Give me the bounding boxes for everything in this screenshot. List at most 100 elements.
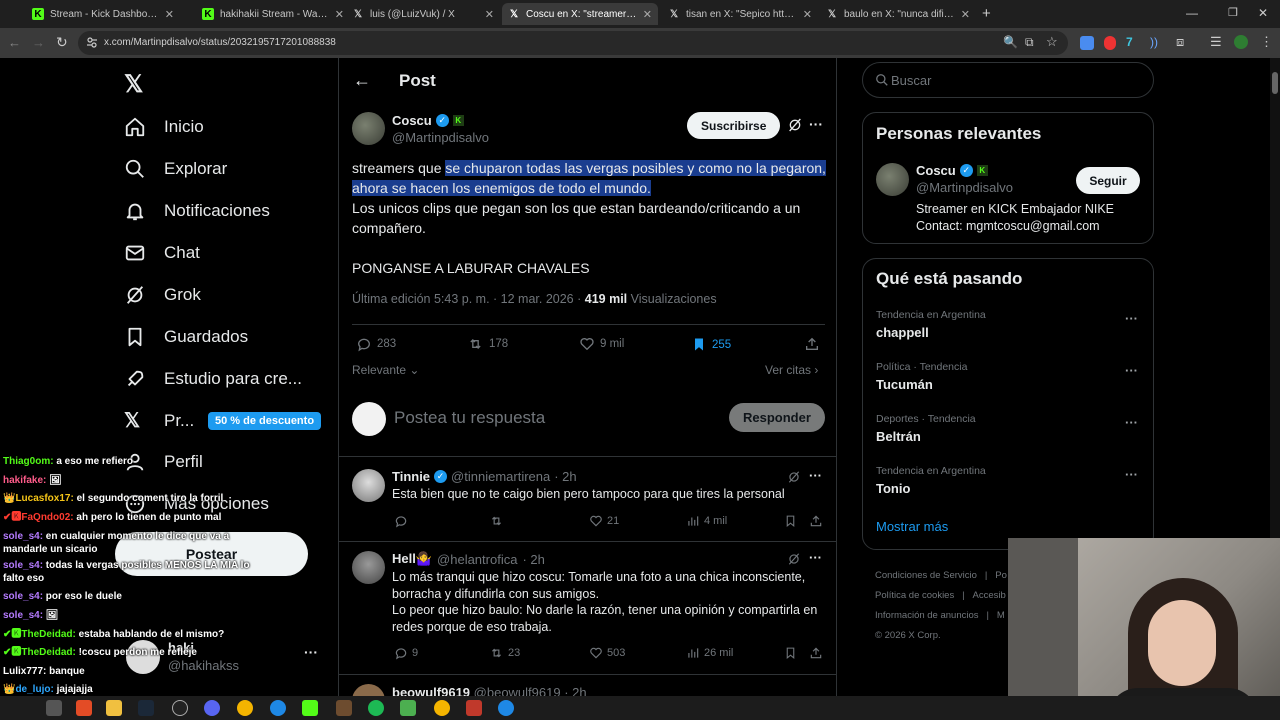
- discord-icon[interactable]: [204, 700, 220, 716]
- more-dots-icon[interactable]: ···: [1125, 363, 1138, 378]
- site-info-icon[interactable]: [86, 36, 98, 48]
- more-dots-icon[interactable]: ···: [809, 468, 822, 483]
- more-dots-icon[interactable]: ···: [809, 550, 822, 565]
- relevant-person-name[interactable]: Coscu ✓ K: [916, 163, 988, 178]
- more-dots-icon[interactable]: ···: [1125, 467, 1138, 482]
- cast-icon[interactable]: ⧉: [1025, 35, 1034, 50]
- app-icon[interactable]: [498, 700, 514, 716]
- avatar[interactable]: [352, 469, 385, 502]
- bookmark-icon[interactable]: [784, 514, 797, 528]
- taskbar-app-icon[interactable]: [46, 700, 62, 716]
- kick-icon[interactable]: [302, 700, 318, 716]
- grok-icon[interactable]: [787, 117, 803, 133]
- folder-icon[interactable]: [106, 700, 122, 716]
- nav-item-chat[interactable]: Chat: [124, 242, 200, 264]
- share-button[interactable]: [804, 336, 820, 352]
- more-dots-icon[interactable]: ···: [1125, 311, 1138, 326]
- more-dots-icon[interactable]: ···: [1125, 415, 1138, 430]
- grok-icon[interactable]: [787, 552, 801, 566]
- repost-button[interactable]: 23: [489, 646, 520, 660]
- trend-item[interactable]: Tendencia en Argentina Tonio ···: [863, 463, 1153, 507]
- nav-item-creator-studio[interactable]: Estudio para cre...: [124, 368, 302, 390]
- reply-submit-button[interactable]: Responder: [729, 403, 825, 432]
- subscribe-button[interactable]: Suscribirse: [687, 112, 781, 139]
- show-more-link[interactable]: Mostrar más: [876, 519, 948, 534]
- search-input[interactable]: Buscar: [862, 62, 1154, 98]
- avatar[interactable]: [352, 551, 385, 584]
- views-button[interactable]: 26 mil: [686, 646, 733, 660]
- share-icon[interactable]: [809, 646, 823, 660]
- scrollbar-thumb[interactable]: [1272, 72, 1278, 94]
- browser-menu-icon[interactable]: ⋮: [1260, 34, 1273, 50]
- new-tab-icon[interactable]: +: [982, 5, 991, 22]
- nav-item-notifications[interactable]: Notificaciones: [124, 200, 270, 222]
- browser-tab[interactable]: 𝕏 baulo en X: "nunca difieran con ✕: [820, 3, 976, 25]
- avatar[interactable]: [352, 112, 385, 145]
- reply-tweet[interactable]: Hell🤷‍♀️ @helantrofica · 2h ··· Lo más t…: [339, 542, 836, 674]
- x-logo-icon[interactable]: 𝕏: [124, 70, 143, 99]
- browser-tab[interactable]: 𝕏 luis (@LuizVuk) / X ✕: [346, 3, 500, 25]
- like-button[interactable]: 9 mil: [579, 336, 624, 352]
- steam-icon[interactable]: [138, 700, 154, 716]
- close-tab-icon[interactable]: ✕: [485, 8, 494, 21]
- repost-button[interactable]: 178: [467, 336, 508, 352]
- close-tab-icon[interactable]: ✕: [335, 8, 344, 21]
- restore-icon[interactable]: ❐: [1228, 6, 1238, 19]
- sort-replies-dropdown[interactable]: Relevante ⌄: [352, 363, 419, 377]
- extension-icon[interactable]: [1080, 36, 1094, 50]
- trend-item[interactable]: Política · Tendencia Tucumán ···: [863, 359, 1153, 403]
- bookmark-button[interactable]: 255: [691, 336, 731, 353]
- browser-tab-active[interactable]: 𝕏 Coscu en X: "streamers que se c ✕: [502, 3, 658, 25]
- avatar[interactable]: [876, 163, 909, 196]
- nav-item-grok[interactable]: Grok: [124, 284, 201, 306]
- repost-icon[interactable]: [489, 514, 504, 528]
- minimize-icon[interactable]: —: [1186, 6, 1198, 20]
- more-dots-icon[interactable]: ···: [304, 644, 318, 660]
- more-dots-icon[interactable]: ···: [809, 116, 823, 132]
- views-button[interactable]: 4 mil: [686, 514, 727, 528]
- reply-input[interactable]: Postea tu respuesta: [394, 408, 545, 428]
- chrome-icon[interactable]: [434, 700, 450, 716]
- trend-item[interactable]: Deportes · Tendencia Beltrán ···: [863, 411, 1153, 455]
- close-tab-icon[interactable]: ✕: [643, 8, 652, 21]
- browser-tab[interactable]: K Stream - Kick Dashboard ✕: [26, 3, 180, 25]
- extension-icon[interactable]: 7: [1126, 35, 1133, 49]
- back-icon[interactable]: ←: [8, 35, 21, 50]
- close-tab-icon[interactable]: ✕: [803, 8, 812, 21]
- app-icon[interactable]: [466, 700, 482, 716]
- reply-tweet[interactable]: Tinnie ✓ @tinniemartirena · 2h ··· Esta …: [339, 457, 836, 541]
- nav-item-premium[interactable]: 𝕏 Pr...: [124, 410, 194, 432]
- relevant-person-handle[interactable]: @Martinpdisalvo: [916, 180, 1013, 195]
- zoom-icon[interactable]: 🔍: [1003, 35, 1018, 49]
- reply-button[interactable]: 9: [394, 646, 418, 660]
- like-button[interactable]: 21: [589, 514, 619, 528]
- view-quotes-link[interactable]: Ver citas ›: [765, 363, 818, 377]
- app-icon[interactable]: [270, 700, 286, 716]
- back-arrow-icon[interactable]: ←: [353, 70, 371, 91]
- brave-icon[interactable]: [76, 700, 92, 716]
- reply-button[interactable]: 283: [356, 336, 396, 352]
- post-author[interactable]: Coscu ✓ K: [392, 113, 464, 128]
- extension-icon[interactable]: [1104, 36, 1116, 50]
- bookmark-star-icon[interactable]: ☆: [1046, 34, 1058, 50]
- like-button[interactable]: 503: [589, 646, 625, 660]
- trend-item[interactable]: Tendencia en Argentina chappell ···: [863, 307, 1153, 351]
- discount-badge[interactable]: 50 % de descuento: [208, 412, 322, 430]
- reply-icon[interactable]: [394, 514, 408, 528]
- bookmark-icon[interactable]: [784, 646, 797, 660]
- extension-icon[interactable]: )): [1150, 35, 1158, 49]
- nav-item-home[interactable]: Inicio: [124, 116, 204, 138]
- minecraft-icon[interactable]: [336, 700, 352, 716]
- author-handle[interactable]: @Martinpdisalvo: [392, 130, 489, 145]
- reading-list-icon[interactable]: ☰: [1210, 34, 1222, 50]
- follow-button[interactable]: Seguir: [1076, 167, 1140, 194]
- spotify-icon[interactable]: [368, 700, 384, 716]
- close-window-icon[interactable]: ✕: [1258, 6, 1268, 20]
- chrome-icon[interactable]: [237, 700, 253, 716]
- close-tab-icon[interactable]: ✕: [165, 8, 174, 21]
- nav-item-bookmarks[interactable]: Guardados: [124, 326, 248, 348]
- extensions-puzzle-icon[interactable]: ⧈: [1176, 34, 1184, 50]
- reload-icon[interactable]: ↻: [56, 34, 68, 51]
- close-tab-icon[interactable]: ✕: [961, 8, 970, 21]
- share-icon[interactable]: [809, 514, 823, 528]
